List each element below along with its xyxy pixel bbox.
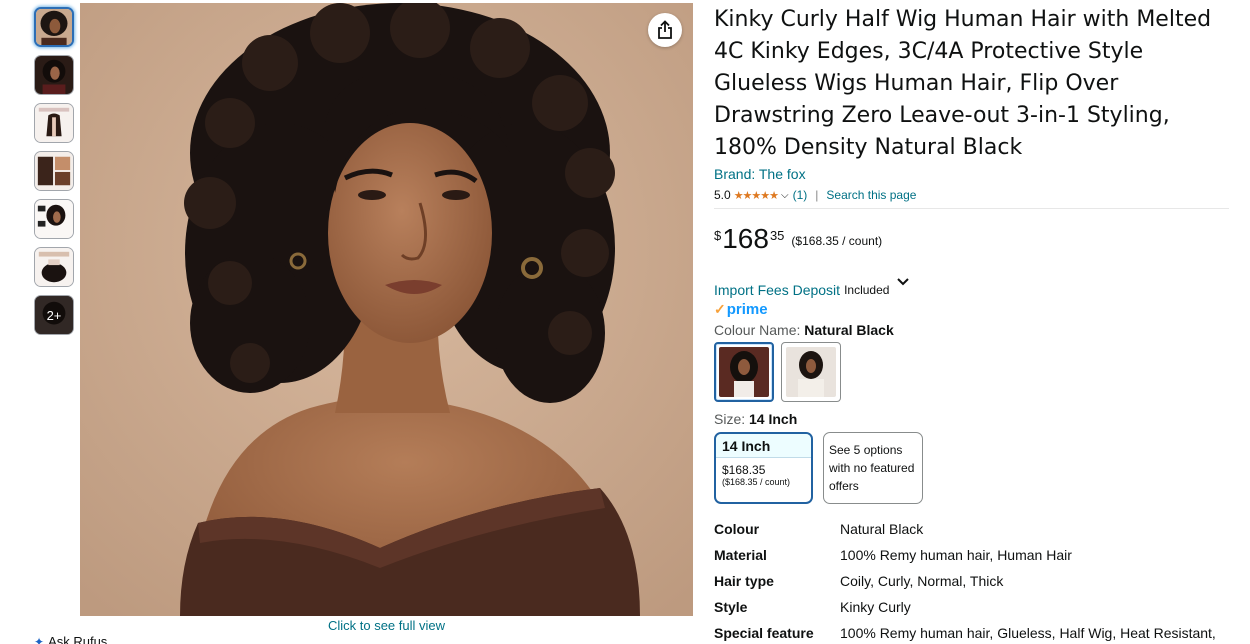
prime-label: prime — [726, 301, 768, 318]
prime-badge: ✓ prime — [714, 301, 1229, 318]
size-label-row: Size: 14 Inch — [714, 411, 1229, 427]
ask-rufus-button[interactable]: ✦ Ask Rufus — [34, 634, 107, 644]
spec-key: Colour — [714, 521, 760, 537]
spec-key: Hair type — [714, 573, 774, 589]
size-option-title: 14 Inch — [716, 434, 811, 458]
spec-value: 100% Remy human hair, Glueless, Half Wig… — [840, 625, 1216, 641]
share-icon — [658, 20, 672, 39]
colour-swatch-1[interactable] — [714, 342, 774, 402]
thumbnail-6[interactable] — [34, 247, 74, 287]
thumbnail-4[interactable] — [34, 151, 74, 191]
spec-row-material: Material 100% Remy human hair, Human Hai… — [714, 547, 1229, 573]
spec-key: Special feature — [714, 625, 814, 641]
thumbnail-5[interactable] — [34, 199, 74, 239]
import-fees-link[interactable]: Import Fees Deposit — [714, 282, 840, 298]
price-block: $ 168 35 ($168.35 / count) — [714, 225, 1229, 253]
main-product-image[interactable] — [80, 3, 693, 616]
chevron-down-icon[interactable] — [897, 275, 909, 289]
spec-value: Natural Black — [840, 521, 924, 537]
thumbnail-1[interactable] — [34, 7, 74, 47]
colour-value: Natural Black — [804, 322, 894, 338]
prime-check-icon: ✓ — [714, 301, 726, 317]
import-fees-status: Included — [844, 283, 890, 297]
import-fees-row: Import Fees Deposit Included — [714, 278, 1229, 298]
more-media-thumbnail[interactable]: 2+ — [34, 295, 74, 335]
product-title: Kinky Curly Half Wig Human Hair with Mel… — [714, 7, 1212, 160]
colour-swatches — [714, 342, 1229, 402]
spec-value: 100% Remy human hair, Human Hair — [840, 547, 1072, 563]
spec-value: Coily, Curly, Normal, Thick — [840, 573, 1004, 589]
divider: | — [815, 188, 819, 202]
swatch-image — [719, 347, 769, 397]
thumbnail-2[interactable] — [34, 55, 74, 95]
spec-key: Material — [714, 547, 767, 563]
spec-row-style: Style Kinky Curly — [714, 599, 1229, 625]
chevron-down-icon[interactable]: ⌵ — [781, 190, 789, 201]
price-fraction: 35 — [769, 228, 785, 243]
search-this-page-link[interactable]: Search this page — [826, 188, 916, 202]
size-label: Size: — [714, 411, 746, 427]
more-media-count: 2+ — [46, 307, 62, 323]
spec-value: Kinky Curly — [840, 599, 911, 615]
rating-value: 5.0 — [714, 188, 731, 202]
thumbnail-list: 2+ — [34, 7, 74, 343]
size-option-unit-price: ($168.35 / count) — [722, 477, 791, 487]
price-symbol: $ — [714, 228, 722, 243]
brand-link[interactable]: Brand: The fox — [714, 166, 1229, 182]
rating-stars[interactable]: ★★★★★ — [734, 189, 779, 202]
ask-rufus-label: Ask Rufus — [48, 634, 108, 644]
thumbnail-3[interactable] — [34, 103, 74, 143]
colour-swatch-2[interactable] — [781, 342, 841, 402]
size-option-price: $168.35 — [722, 463, 766, 477]
spec-row-hair-type: Hair type Coily, Curly, Normal, Thick — [714, 573, 1229, 599]
full-view-link[interactable]: Click to see full view — [80, 618, 693, 633]
rating-count-link[interactable]: (1) — [793, 188, 808, 202]
swatch-image — [786, 347, 836, 397]
share-button[interactable] — [648, 13, 682, 47]
unit-price: ($168.35 / count) — [791, 234, 883, 248]
spec-key: Style — [714, 599, 748, 615]
see-more-options-button[interactable]: See 5 options with no featured offers — [823, 432, 923, 504]
colour-label: Colour Name: — [714, 322, 801, 338]
product-specs-table: Colour Natural Black Material 100% Remy … — [714, 521, 1229, 644]
rufus-spark-icon: ✦ — [34, 635, 45, 644]
spec-row-colour: Colour Natural Black — [714, 521, 1229, 547]
size-value: 14 Inch — [749, 411, 798, 427]
price-whole: 168 — [722, 223, 769, 254]
rating-row: 5.0 ★★★★★ ⌵ (1) | Search this page — [714, 188, 1229, 209]
size-option-14-inch[interactable]: 14 Inch $168.35 ($168.35 / count) — [714, 432, 813, 504]
product-details-panel: Kinky Curly Half Wig Human Hair with Mel… — [714, 4, 1229, 644]
colour-label-row: Colour Name: Natural Black — [714, 322, 1229, 338]
size-options: 14 Inch $168.35 ($168.35 / count) See 5 … — [714, 432, 1229, 504]
model-portrait-illustration — [80, 3, 693, 616]
spec-row-special-feature: Special feature 100% Remy human hair, Gl… — [714, 625, 1229, 644]
